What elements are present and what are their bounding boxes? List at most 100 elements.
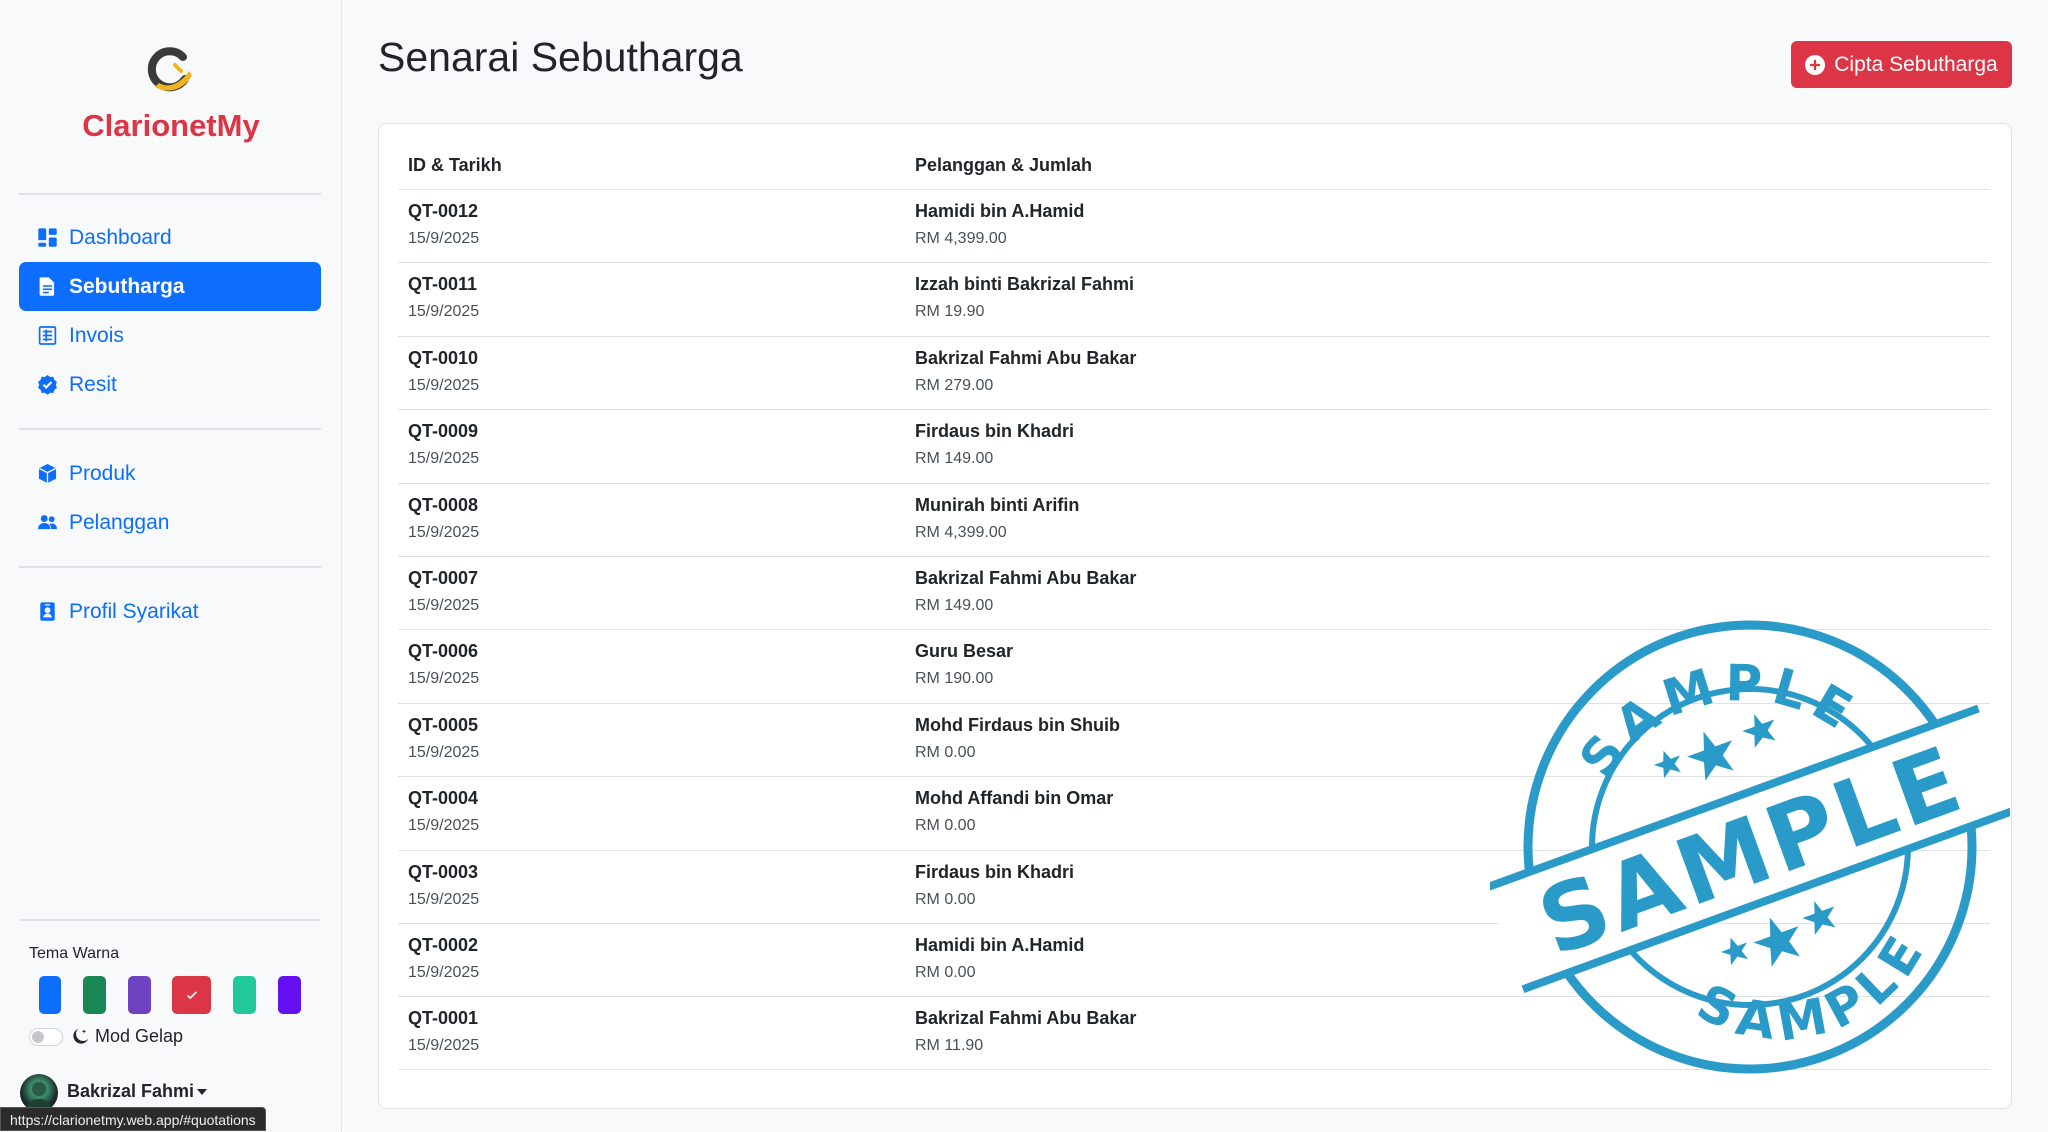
quotation-amount: RM 149.00 bbox=[915, 450, 994, 468]
quotation-id: QT-0004 bbox=[408, 788, 479, 809]
quotation-date: 15/9/2025 bbox=[408, 817, 480, 835]
customer-name: Mohd Affandi bin Omar bbox=[915, 788, 1114, 809]
quotation-amount: RM 4,399.00 bbox=[915, 523, 1007, 541]
quotation-date: 15/9/2025 bbox=[408, 523, 480, 541]
check-icon bbox=[186, 991, 197, 1000]
box-icon bbox=[38, 464, 57, 483]
sidebar-item-label: Dashboard bbox=[69, 225, 172, 249]
customer-name: Guru Besar bbox=[915, 641, 1014, 662]
customer-name: Hamidi bin A.Hamid bbox=[915, 935, 1085, 955]
quotation-id: QT-0003 bbox=[408, 861, 479, 882]
quotation-amount: RM 279.00 bbox=[915, 376, 994, 394]
customer-name: Bakrizal Fahmi Abu Bakar bbox=[915, 1008, 1137, 1029]
quotation-date: 15/9/2025 bbox=[408, 670, 480, 688]
browser-status-url: https://clarionetmy.web.app/#quotations bbox=[0, 1107, 266, 1131]
customer-name: Bakrizal Fahmi Abu Bakar bbox=[915, 347, 1137, 368]
sidebar-item-pelanggan[interactable]: Pelanggan bbox=[19, 498, 321, 547]
quotation-amount: RM 4,399.00 bbox=[915, 230, 1007, 247]
user-name[interactable]: Bakrizal Fahmi bbox=[67, 1081, 194, 1102]
table-row[interactable]: QT-0010 15/9/2025 Bakrizal Fahmi Abu Bakar… bbox=[398, 335, 1990, 409]
table-row[interactable]: QT-0009 15/9/2025 Firdaus bin Khadri RM 149… bbox=[398, 409, 1990, 482]
sidebar: ClarionetMy Dashboard Sebutharga Invois … bbox=[0, 0, 342, 1131]
person-badge-icon bbox=[40, 602, 55, 621]
quotation-amount: RM 0.00 bbox=[915, 817, 976, 835]
sidebar-divider bbox=[19, 428, 321, 430]
sidebar-item-invois[interactable]: Invois bbox=[19, 311, 321, 360]
theme-swatch-red[interactable] bbox=[172, 976, 211, 1014]
sidebar-item-label: Pelanggan bbox=[69, 510, 170, 534]
quotation-amount: RM 19.90 bbox=[915, 303, 985, 321]
table-bottom-border bbox=[398, 1069, 1990, 1070]
quotation-id: QT-0005 bbox=[408, 714, 479, 735]
table-row[interactable]: QT-0006 15/9/2025 Guru Besar RM 190.00 bbox=[398, 629, 1990, 702]
quotation-date: 15/9/2025 bbox=[408, 230, 480, 247]
quotation-date: 15/9/2025 bbox=[408, 890, 480, 908]
table-row[interactable]: QT-0005 15/9/2025 Mohd Firdaus bin Shuib RM… bbox=[398, 702, 1990, 776]
create-quotation-label: Cipta Sebutharga bbox=[1834, 52, 1998, 76]
theme-swatch-indigo[interactable] bbox=[278, 976, 301, 1014]
table-row[interactable]: QT-0007 15/9/2025 Bakrizal Fahmi Abu Bakar… bbox=[398, 556, 1990, 629]
quotation-amount: RM 149.00 bbox=[915, 597, 994, 614]
quotation-date: 15/9/2025 bbox=[408, 597, 480, 614]
quotation-amount: RM 0.00 bbox=[915, 890, 976, 908]
table-row[interactable]: QT-0012 15/9/2025 Hamidi bin A.Hamid RM 4,3… bbox=[398, 189, 1990, 262]
quotation-id: QT-0006 bbox=[408, 641, 479, 662]
customer-name: Firdaus bin Khadri bbox=[915, 421, 1075, 442]
quotation-amount: RM 11.90 bbox=[915, 1037, 984, 1055]
sidebar-divider bbox=[19, 193, 321, 195]
quotation-id: QT-0001 bbox=[408, 1008, 479, 1029]
customer-name: Firdaus bin Khadri bbox=[915, 861, 1075, 882]
quotation-date: 15/9/2025 bbox=[408, 743, 480, 761]
customer-name: Mohd Firdaus bin Shuib bbox=[915, 714, 1120, 735]
quotation-date: 15/9/2025 bbox=[408, 964, 480, 981]
customer-name: Izzah binti Bakrizal Fahmi bbox=[915, 274, 1135, 295]
customer-name: Hamidi bin A.Hamid bbox=[915, 201, 1085, 221]
invoice-icon bbox=[38, 326, 57, 345]
table-row[interactable]: QT-0008 15/9/2025 Munirah binti Arifin RM 4… bbox=[398, 482, 1990, 556]
quotation-id: QT-0007 bbox=[408, 568, 479, 588]
quotation-date: 15/9/2025 bbox=[408, 1037, 480, 1055]
badge-check-icon bbox=[38, 375, 57, 395]
quotation-id: QT-0011 bbox=[408, 274, 478, 295]
quotation-id: QT-0008 bbox=[408, 494, 479, 515]
theme-swatch-green[interactable] bbox=[83, 976, 106, 1014]
table-row[interactable]: QT-0003 15/9/2025 Firdaus bin Khadri RM 0.0… bbox=[398, 849, 1990, 923]
table-row[interactable]: QT-0001 15/9/2025 Bakrizal Fahmi Abu Bakar… bbox=[398, 996, 1990, 1069]
people-icon bbox=[38, 515, 57, 530]
sidebar-item-profil-syarikat[interactable]: Profil Syarikat bbox=[19, 587, 321, 636]
quotation-amount: RM 190.00 bbox=[915, 670, 994, 688]
page-title: Senarai Sebutharga bbox=[378, 34, 743, 80]
table-row[interactable]: QT-0004 15/9/2025 Mohd Affandi bin Omar RM … bbox=[398, 776, 1990, 849]
sidebar-item-produk[interactable]: Produk bbox=[19, 449, 321, 498]
dashboard-icon bbox=[38, 228, 57, 247]
quotation-id: QT-0010 bbox=[408, 347, 479, 368]
create-quotation-button[interactable]: Cipta Sebutharga bbox=[1791, 41, 2012, 88]
sidebar-item-sebutharga[interactable]: Sebutharga bbox=[19, 262, 321, 311]
quotation-amount: RM 0.00 bbox=[915, 964, 976, 981]
brand-name[interactable]: ClarionetMy bbox=[0, 108, 342, 144]
quotation-date: 15/9/2025 bbox=[408, 303, 480, 321]
sidebar-item-resit[interactable]: Resit bbox=[19, 360, 321, 409]
column-header-customer-amount: Pelanggan & Jumlah bbox=[915, 155, 1093, 175]
sidebar-item-label: Resit bbox=[69, 372, 117, 396]
dark-mode-toggle[interactable] bbox=[29, 1028, 63, 1046]
sidebar-item-label: Produk bbox=[69, 461, 136, 485]
sidebar-item-label: Profil Syarikat bbox=[69, 599, 199, 623]
table-row[interactable]: QT-0002 15/9/2025 Hamidi bin A.Hamid RM 0.0… bbox=[398, 923, 1990, 996]
quotation-date: 15/9/2025 bbox=[408, 450, 480, 468]
theme-swatch-blue[interactable] bbox=[39, 976, 61, 1014]
document-icon bbox=[39, 277, 55, 296]
quotation-date: 15/9/2025 bbox=[408, 376, 480, 394]
sidebar-item-dashboard[interactable]: Dashboard bbox=[19, 213, 321, 262]
table-row[interactable]: QT-0011 15/9/2025 Izzah binti Bakrizal Fah… bbox=[398, 262, 1990, 335]
theme-swatch-teal[interactable] bbox=[233, 976, 256, 1014]
theme-swatch-purple[interactable] bbox=[128, 976, 151, 1014]
quotation-amount: RM 0.00 bbox=[915, 743, 976, 761]
theme-color-label: Tema Warna bbox=[29, 945, 120, 962]
caret-down-icon[interactable] bbox=[197, 1089, 207, 1095]
customer-name: Bakrizal Fahmi Abu Bakar bbox=[915, 568, 1137, 588]
sidebar-item-label: Sebutharga bbox=[69, 274, 185, 298]
quotation-id: QT-0012 bbox=[408, 201, 479, 221]
plus-circle-icon bbox=[1805, 54, 1826, 75]
column-header-id-date: ID & Tarikh bbox=[408, 155, 502, 175]
